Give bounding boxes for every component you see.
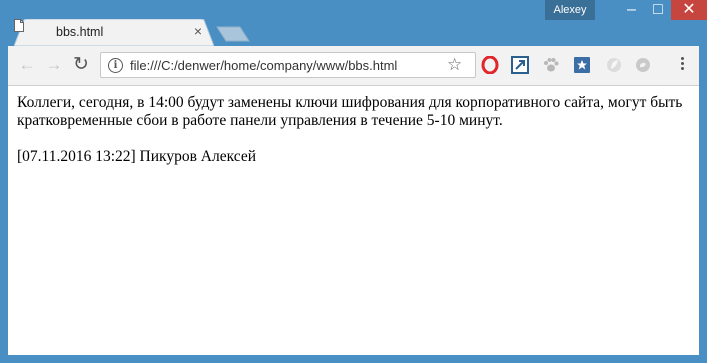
url-text[interactable]: file:///C:/denwer/home/company/www/bbs.h… xyxy=(130,58,397,73)
chat-extension-icon[interactable] xyxy=(634,56,652,74)
opera-extension-icon[interactable] xyxy=(481,56,499,74)
shortcut-extension-icon[interactable] xyxy=(511,56,529,74)
bookmark-manager-extension-icon[interactable] xyxy=(573,56,591,74)
menu-icon[interactable] xyxy=(678,55,686,75)
browser-window: Alexey – □ ✕ bbs.html × ← → ↻ i file:///… xyxy=(0,0,707,363)
window-close-button[interactable]: ✕ xyxy=(671,0,707,20)
toolbar: ← → ↻ i file:///C:/denwer/home/company/w… xyxy=(8,46,699,86)
profile-name-badge[interactable]: Alexey xyxy=(545,0,595,20)
minimize-button[interactable]: – xyxy=(618,0,645,20)
announcement-signature: [07.11.2016 13:22] Пикуров Алексей xyxy=(17,148,256,165)
forward-button[interactable]: → xyxy=(44,55,64,75)
paw-extension-icon[interactable] xyxy=(542,56,560,74)
bookmark-star-icon[interactable]: ☆ xyxy=(447,55,462,75)
info-icon[interactable]: i xyxy=(108,58,123,73)
tab-strip: Alexey – □ ✕ bbs.html × xyxy=(0,0,707,46)
page-icon xyxy=(14,19,24,32)
new-tab-button[interactable] xyxy=(216,26,250,42)
maximize-button[interactable]: □ xyxy=(645,0,671,20)
announcement-text: Коллеги, сегодня, в 14:00 будут заменены… xyxy=(17,94,683,129)
address-bar[interactable]: i file:///C:/denwer/home/company/www/bbs… xyxy=(100,52,476,78)
tab-title: bbs.html xyxy=(56,25,104,39)
tab-close-icon[interactable]: × xyxy=(190,23,206,39)
tab-shape xyxy=(14,19,214,46)
page-content: Коллеги, сегодня, в 14:00 будут заменены… xyxy=(8,86,699,355)
reload-button[interactable]: ↻ xyxy=(71,55,91,75)
leaf-extension-icon[interactable] xyxy=(605,56,623,74)
back-button[interactable]: ← xyxy=(17,55,37,75)
tab-active[interactable]: bbs.html × xyxy=(14,19,214,46)
